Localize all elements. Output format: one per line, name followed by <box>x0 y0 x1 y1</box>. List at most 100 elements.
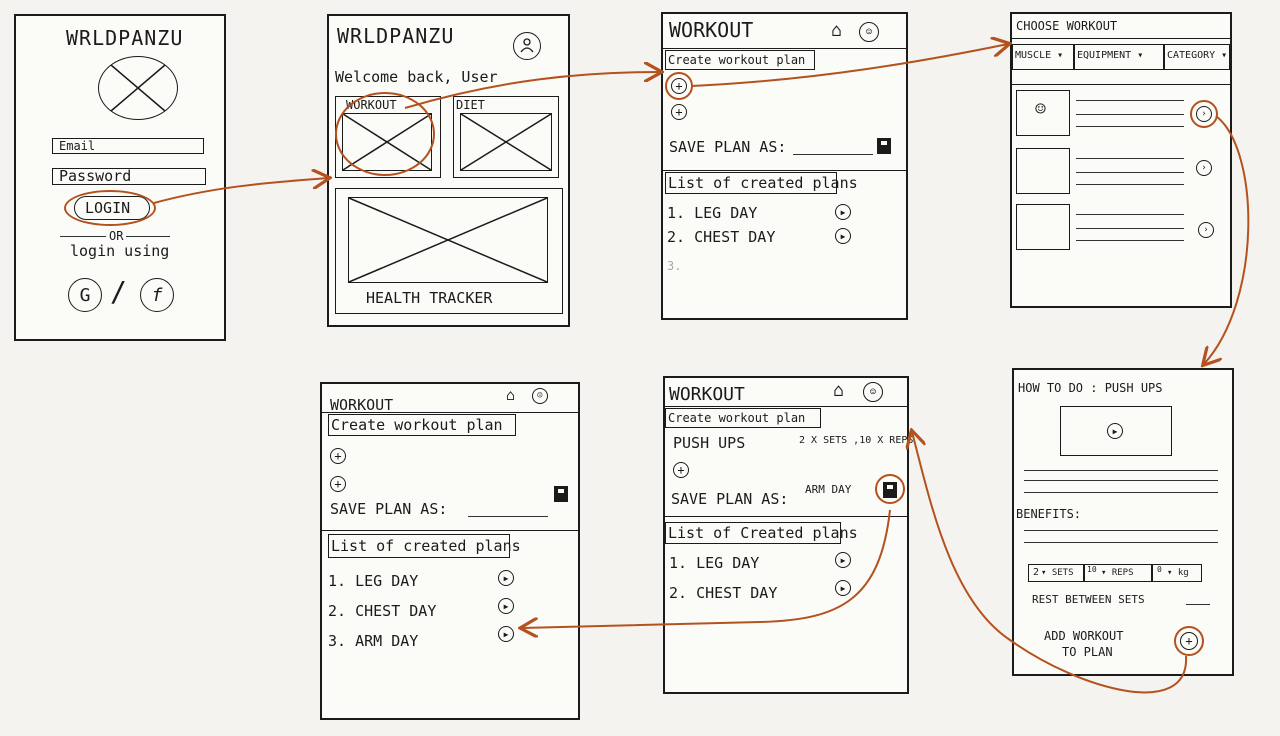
home-icon[interactable]: ⌂ <box>506 388 515 403</box>
password-field[interactable]: Password <box>52 168 206 185</box>
add-icon[interactable]: + <box>330 448 346 464</box>
workout-title: WORKOUT <box>669 384 745 405</box>
category-filter[interactable]: CATEGORY ▾ <box>1164 44 1230 70</box>
play-icon[interactable]: ▶ <box>498 626 514 642</box>
play-icon[interactable]: ▶ <box>1107 423 1123 439</box>
add-icon[interactable]: + <box>673 462 689 478</box>
plan-item[interactable]: 3. ARM DAY <box>328 634 418 649</box>
exercise-thumbnail[interactable] <box>1016 148 1070 194</box>
description-line <box>1024 470 1218 471</box>
section-divider <box>322 530 578 531</box>
plan-name-input[interactable]: ARM DAY <box>805 484 851 495</box>
play-icon[interactable]: ▶ <box>835 204 851 220</box>
plans-list-label: List of Created plans <box>668 524 858 542</box>
health-tracker-label: HEALTH TRACKER <box>366 289 493 307</box>
password-label: Password <box>59 167 132 185</box>
kg-dropdown[interactable]: 0 ▾ kg <box>1152 564 1202 582</box>
exercise-line <box>1076 126 1184 127</box>
description-line <box>1024 480 1218 481</box>
create-plan-header: Create workout plan <box>665 50 815 70</box>
save-highlight <box>875 474 905 504</box>
plans-list-label: List of created plans <box>331 537 521 555</box>
login-using-text: login using <box>70 242 170 260</box>
profile-icon[interactable]: ☺ <box>859 22 879 42</box>
rest-between-sets-label: REST BETWEEN SETS <box>1032 593 1145 606</box>
save-plan-input[interactable] <box>468 516 548 517</box>
arrow-right-icon[interactable]: › <box>1196 160 1212 176</box>
profile-icon[interactable]: ☺ <box>863 382 883 402</box>
create-plan-header: Create workout plan <box>665 408 821 428</box>
google-glyph: G <box>79 284 91 306</box>
play-icon[interactable]: ▶ <box>498 598 514 614</box>
diet-tile-label: DIET <box>456 98 485 112</box>
category-filter-label: CATEGORY ▾ <box>1167 50 1228 61</box>
section-divider <box>665 516 907 517</box>
exercise-line <box>1076 240 1184 241</box>
save-plan-label: SAVE PLAN AS: <box>669 138 787 156</box>
health-tracker-tile[interactable]: HEALTH TRACKER <box>335 188 563 314</box>
email-field[interactable]: Email <box>52 138 204 154</box>
diet-tile[interactable]: DIET <box>453 96 559 178</box>
exercise-line <box>1076 184 1184 185</box>
email-label: Email <box>59 139 96 153</box>
choose-workout-screen: CHOOSE WORKOUT MUSCLE ▾ EQUIPMENT ▾ CATE… <box>1010 12 1232 308</box>
exercise-line <box>1076 228 1184 229</box>
plan-item[interactable]: 2. CHEST DAY <box>667 230 775 245</box>
rest-input[interactable] <box>1186 604 1210 605</box>
exercise-line <box>1076 158 1184 159</box>
save-icon[interactable] <box>877 138 891 154</box>
plan-item[interactable]: 2. CHEST DAY <box>328 604 436 619</box>
header-divider <box>1012 38 1230 39</box>
benefits-line <box>1024 542 1218 543</box>
workout-screen-final: WORKOUT ⌂ ☺ Create workout plan + + SAVE… <box>320 382 580 720</box>
facebook-icon[interactable]: f <box>140 278 174 312</box>
save-icon[interactable] <box>554 486 568 502</box>
login-highlight <box>64 190 156 226</box>
plan-item[interactable]: 1. LEG DAY <box>669 556 759 571</box>
how-to-title: HOW TO DO : PUSH UPS <box>1018 381 1163 395</box>
arrow-right-icon[interactable]: › <box>1198 222 1214 238</box>
play-icon[interactable]: ▶ <box>835 552 851 568</box>
exercise-thumbnail[interactable] <box>1016 204 1070 250</box>
home-icon[interactable]: ⌂ <box>831 22 842 40</box>
google-icon[interactable]: G <box>68 278 102 312</box>
exercise-thumbnail[interactable]: ☺ <box>1016 90 1070 136</box>
plan-item[interactable]: 1. LEG DAY <box>667 206 757 221</box>
or-text: OR <box>106 230 127 242</box>
logo-placeholder-icon <box>98 56 178 120</box>
facebook-glyph: f <box>151 284 163 306</box>
play-icon[interactable]: ▶ <box>835 228 851 244</box>
home-icon[interactable]: ⌂ <box>833 382 844 400</box>
reps-dropdown[interactable]: 10 ▾ REPS <box>1084 564 1152 582</box>
sets-dropdown[interactable]: 2 ▾ SETS <box>1028 564 1084 582</box>
add-icon[interactable]: + <box>671 104 687 120</box>
equipment-filter[interactable]: EQUIPMENT ▾ <box>1074 44 1164 70</box>
kg-value: 0 <box>1157 565 1162 574</box>
save-plan-input[interactable] <box>793 154 873 155</box>
brand-title: WRLDPANZU <box>66 26 184 50</box>
create-plan-label: Create workout plan <box>668 53 806 67</box>
add-highlight <box>1174 626 1204 656</box>
login-screen: WRLDPANZU Email Password LOGIN OR login … <box>14 14 226 341</box>
brand-title: WRLDPANZU <box>337 24 455 48</box>
play-icon[interactable]: ▶ <box>835 580 851 596</box>
benefits-line <box>1024 530 1218 531</box>
plans-list-header: List of created plans <box>328 534 521 558</box>
add-icon[interactable]: + <box>330 476 346 492</box>
exercise-line <box>1076 100 1184 101</box>
muscle-filter-label: MUSCLE ▾ <box>1015 50 1064 61</box>
workout-highlight <box>335 92 435 176</box>
save-plan-label: SAVE PLAN AS: <box>671 490 789 508</box>
reps-label: ▾ REPS <box>1101 568 1134 578</box>
plan-item[interactable]: 3. <box>667 260 681 272</box>
play-icon[interactable]: ▶ <box>498 570 514 586</box>
header-divider <box>663 48 906 49</box>
profile-icon[interactable] <box>513 32 541 60</box>
muscle-filter[interactable]: MUSCLE ▾ <box>1012 44 1074 70</box>
diet-tile-image <box>460 113 552 171</box>
video-player[interactable]: ▶ <box>1060 406 1172 456</box>
plan-item[interactable]: 1. LEG DAY <box>328 574 418 589</box>
create-plan-header: Create workout plan <box>328 414 516 436</box>
plan-item[interactable]: 2. CHEST DAY <box>669 586 777 601</box>
profile-icon[interactable]: ☺ <box>532 388 548 404</box>
